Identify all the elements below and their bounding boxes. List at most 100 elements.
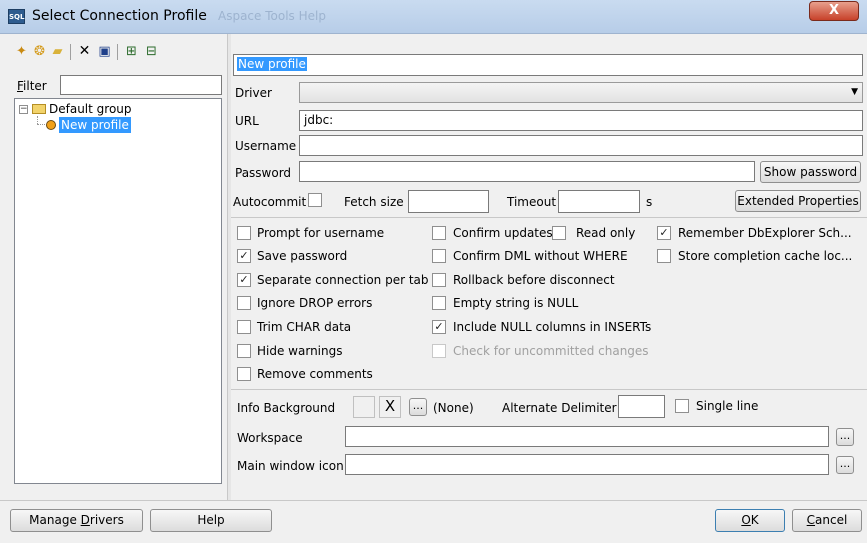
help-button[interactable]: Help [150,509,272,532]
extended-properties-button[interactable]: Extended Properties [735,190,861,212]
cancel-button[interactable]: Cancel [792,509,862,532]
profile-editor: New profile Driver ▼ URL jdbc: Username … [231,34,867,500]
remove-comments-checkbox[interactable] [237,367,251,381]
profile-name-text: New profile [237,57,307,71]
alternate-delimiter-input[interactable] [618,395,665,418]
remember-dbexplorer-label: Remember DbExplorer Sch... [678,226,852,240]
collapse-toggle-icon[interactable]: − [19,105,28,114]
profile-tree[interactable]: − Default group New profile [14,98,222,484]
remove-comments-label: Remove comments [257,367,373,381]
save-password-checkbox[interactable]: ✓ [237,249,251,263]
main-window-icon-input[interactable] [345,454,829,475]
clear-color-button[interactable]: X [379,396,401,418]
read-only-label: Read only [576,226,636,240]
driver-select[interactable]: ▼ [299,82,863,103]
store-completion-cache-checkbox[interactable] [657,249,671,263]
folder-icon [32,104,46,114]
timeout-label: Timeout [507,195,557,209]
alternate-delimiter-label: Alternate Delimiter [502,401,617,415]
password-input[interactable] [299,161,755,182]
ignore-drop-errors-label: Ignore DROP errors [257,296,373,310]
confirm-dml-label: Confirm DML without WHERE [453,249,628,263]
username-label: Username [235,139,297,153]
single-line-label: Single line [696,399,759,413]
store-completion-cache-label: Store completion cache loc... [678,249,853,263]
title-bar: SQL Select Connection Profile Aspace Too… [0,0,867,34]
timeout-unit: s [646,195,653,209]
single-line-checkbox[interactable] [675,399,689,413]
confirm-updates-checkbox[interactable] [432,226,446,240]
main-window-icon-browse-button[interactable]: ... [836,456,854,474]
empty-string-null-label: Empty string is NULL [453,296,579,310]
autocommit-checkbox[interactable] [308,193,322,207]
dialog-body: ✦ ❂ ▰ ✕ ▣ ⊞ ⊟ Filter − Default group New… [0,34,867,543]
new-profile-icon[interactable]: ✦ [14,44,29,59]
rollback-before-disconnect-label: Rollback before disconnect [453,273,615,287]
confirm-updates-label: Confirm updates [453,226,553,240]
remember-dbexplorer-checkbox[interactable]: ✓ [657,226,671,240]
workspace-browse-button[interactable]: ... [836,428,854,446]
profile-name-input[interactable]: New profile [233,54,863,76]
section-divider [231,217,867,218]
close-icon: X [384,397,396,415]
workspace-label: Workspace [237,431,303,445]
collapse-all-icon[interactable]: ⊟ [144,44,159,59]
filter-input[interactable] [60,75,222,95]
check-uncommitted-checkbox [432,344,446,358]
url-input[interactable]: jdbc: [299,110,863,131]
window-title: Select Connection Profile [32,8,207,24]
ignore-drop-errors-checkbox[interactable] [237,296,251,310]
delete-icon[interactable]: ✕ [77,44,92,59]
trim-char-checkbox[interactable] [237,320,251,334]
save-password-label: Save password [257,249,348,263]
separate-connection-checkbox[interactable]: ✓ [237,273,251,287]
new-profile-copy-icon[interactable]: ❂ [32,44,47,59]
ok-button[interactable]: OK [715,509,785,532]
show-password-button[interactable]: Show password [760,161,861,183]
separate-connection-label: Separate connection per tab [257,273,429,287]
tree-connector [37,116,38,124]
toolbar-separator [117,44,118,60]
manage-drivers-button[interactable]: Manage Drivers [10,509,143,532]
url-label: URL [235,114,259,128]
footer-divider [0,500,867,501]
expand-all-icon[interactable]: ⊞ [124,44,139,59]
choose-color-button[interactable]: ... [409,398,427,416]
info-background-value: (None) [433,401,474,415]
include-null-columns-checkbox[interactable]: ✓ [432,320,446,334]
chevron-down-icon: ▼ [851,87,858,97]
fetch-size-label: Fetch size [344,195,404,209]
username-input[interactable] [299,135,863,156]
timeout-input[interactable] [558,190,640,213]
confirm-dml-checkbox[interactable] [432,249,446,263]
prompt-username-label: Prompt for username [257,226,385,240]
tree-group-default[interactable]: Default group [49,101,132,117]
prompt-username-checkbox[interactable] [237,226,251,240]
empty-string-null-checkbox[interactable] [432,296,446,310]
hide-warnings-checkbox[interactable] [237,344,251,358]
info-background-swatch[interactable] [353,396,375,418]
main-window-icon-label: Main window icon [237,459,344,473]
profile-toolbar: ✦ ❂ ▰ ✕ ▣ ⊞ ⊟ [14,42,222,62]
new-group-icon[interactable]: ▰ [50,44,65,59]
save-icon[interactable]: ▣ [97,44,112,59]
close-button[interactable]: X [809,1,859,21]
check-uncommitted-label: Check for uncommitted changes [453,344,649,358]
profile-icon [46,120,56,130]
tree-connector [37,124,45,125]
trim-char-label: Trim CHAR data [257,320,352,334]
password-label: Password [235,166,292,180]
toolbar-separator [70,44,71,60]
rollback-before-disconnect-checkbox[interactable] [432,273,446,287]
driver-label: Driver [235,86,272,100]
info-background-label: Info Background [237,401,336,415]
read-only-checkbox[interactable] [552,226,566,240]
app-icon: SQL [8,9,25,24]
tree-item-new-profile[interactable]: New profile [59,117,131,133]
fetch-size-input[interactable] [408,190,489,213]
workspace-input[interactable] [345,426,829,447]
filter-label: Filter [17,79,47,93]
include-null-columns-label: Include NULL columns in INSERTs [453,320,652,334]
autocommit-label: Autocommit [233,195,307,209]
section-divider [231,389,867,390]
